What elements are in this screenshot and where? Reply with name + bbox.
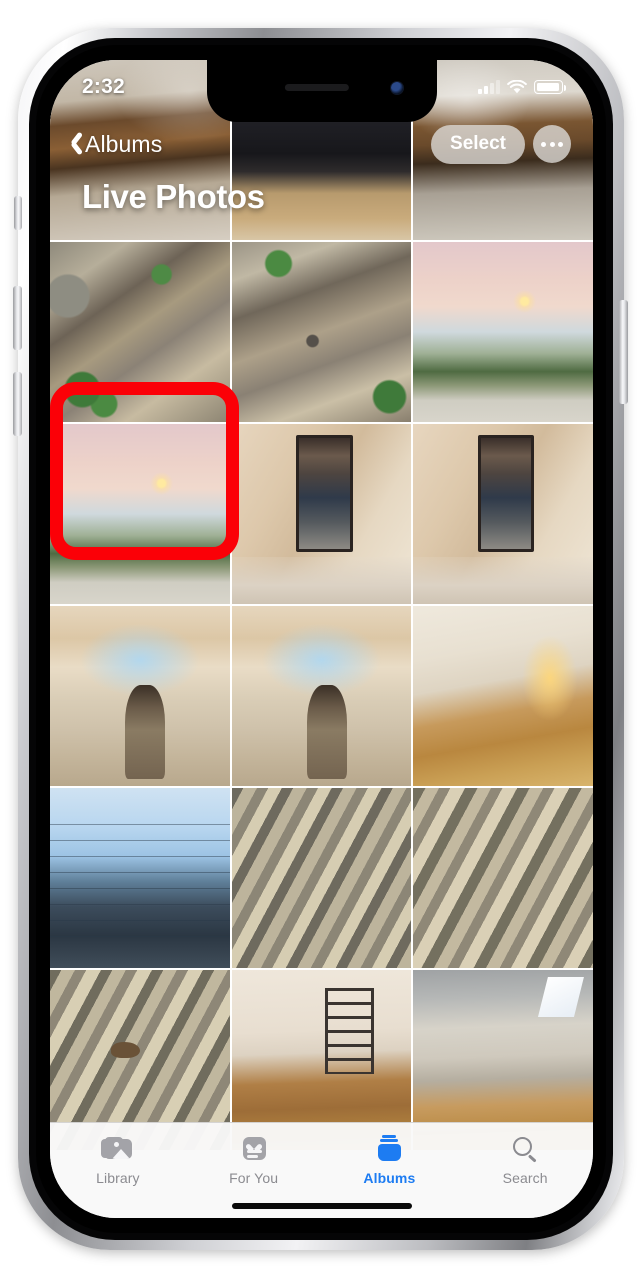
magnifier-icon	[508, 1134, 542, 1164]
mirror-selfie-photo-b[interactable]	[413, 424, 593, 604]
front-camera-icon	[390, 82, 403, 94]
photo-thumbnail	[413, 424, 593, 604]
select-button[interactable]: Select	[431, 124, 525, 164]
photo-thumbnail	[50, 242, 230, 422]
albums-stack-icon	[372, 1134, 406, 1164]
volume-down-button[interactable]	[13, 372, 22, 436]
deck-boards-photo-a[interactable]	[231, 788, 412, 968]
more-options-button[interactable]	[533, 125, 571, 163]
nav-actions: Select	[431, 124, 571, 164]
tab-albums-label: Albums	[363, 1170, 416, 1186]
deck-boards-photo-b[interactable]	[413, 788, 593, 968]
back-button[interactable]: Albums	[64, 129, 162, 159]
chevron-left-icon	[64, 129, 83, 159]
photo-thumbnail	[231, 424, 412, 604]
hallway-lamp-photo[interactable]	[413, 606, 593, 786]
photo-thumbnail	[413, 242, 593, 422]
attic-room-wave-photo-b[interactable]	[231, 606, 412, 786]
silent-switch[interactable]	[14, 196, 22, 230]
tab-albums[interactable]: Albums	[322, 1134, 458, 1186]
photo-thumbnail	[231, 788, 412, 968]
photo-thumbnail	[413, 606, 593, 786]
mirror-selfie-photo-a[interactable]	[231, 424, 412, 604]
phone-screen: Albums Select Live Photos 2:32 Library F…	[50, 60, 593, 1218]
wifi-icon	[507, 79, 527, 93]
photo-thumbnail	[50, 788, 230, 968]
display-notch	[206, 60, 437, 122]
photo-thumbnail	[50, 424, 230, 604]
tab-library[interactable]: Library	[50, 1134, 186, 1186]
leaves-snake-photo-a[interactable]	[50, 242, 230, 422]
status-bar-indicators	[478, 79, 567, 95]
volume-up-button[interactable]	[13, 286, 22, 350]
ellipsis-dot	[541, 141, 546, 147]
battery-fill	[536, 82, 560, 92]
tab-for-you[interactable]: For You	[186, 1134, 322, 1186]
tab-search-label: Search	[502, 1170, 548, 1186]
attic-room-wave-photo-a[interactable]	[50, 606, 230, 786]
photo-stack-icon	[100, 1134, 135, 1164]
earpiece-speaker	[284, 84, 349, 91]
window-reflection-photo[interactable]	[50, 788, 230, 968]
navigation-bar: Albums Select	[50, 116, 593, 172]
home-indicator[interactable]	[231, 1203, 412, 1209]
leaves-snake-photo-b[interactable]	[231, 242, 412, 422]
photo-grid	[50, 60, 593, 1150]
ellipsis-dot	[549, 141, 555, 147]
photo-thumbnail	[231, 242, 412, 422]
back-button-label: Albums	[85, 130, 163, 157]
tab-for-you-label: For You	[229, 1170, 279, 1186]
cellular-bars-icon	[478, 80, 500, 94]
battery-icon	[534, 80, 567, 94]
heart-card-icon	[237, 1134, 271, 1164]
photo-thumbnail	[50, 606, 230, 786]
sunset-road-photo-b[interactable]	[50, 424, 230, 604]
status-bar-clock: 2:32	[82, 75, 125, 98]
tab-search[interactable]: Search	[457, 1134, 593, 1186]
sunset-road-photo-a[interactable]	[413, 242, 593, 422]
power-button[interactable]	[619, 300, 628, 404]
tab-library-label: Library	[96, 1170, 140, 1186]
page-title: Live Photos	[82, 178, 265, 215]
photo-thumbnail	[231, 606, 412, 786]
screenshot-stage: Albums Select Live Photos 2:32 Library F…	[0, 0, 642, 1274]
ellipsis-dot	[558, 141, 563, 147]
photo-thumbnail	[413, 788, 593, 968]
